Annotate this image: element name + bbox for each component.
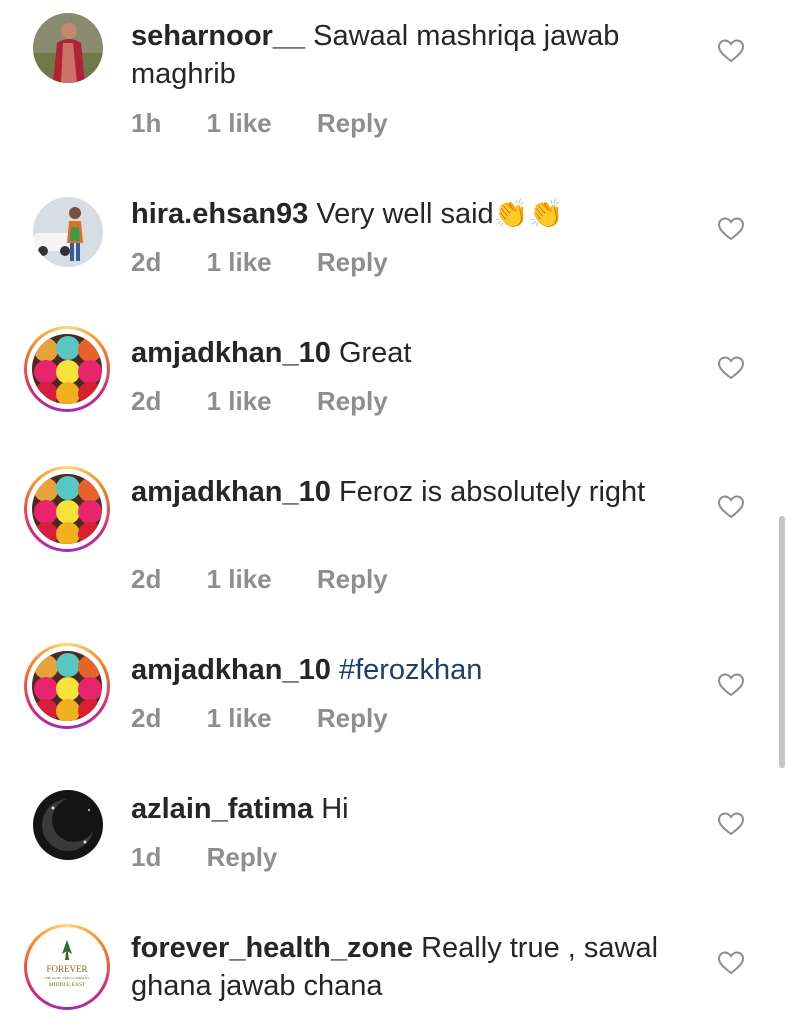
comment-time: 1d	[131, 842, 162, 872]
comment-meta: 1d Reply	[131, 842, 315, 873]
avatar-story-ring[interactable]	[24, 643, 110, 729]
scrollbar[interactable]	[779, 516, 785, 768]
heart-outline-icon[interactable]	[718, 951, 744, 975]
avatar[interactable]	[24, 4, 110, 90]
comment-meta: 2d 1 like Reply	[131, 386, 426, 417]
comment-time: 1h	[131, 108, 162, 138]
comment-likes[interactable]: 1 like	[207, 108, 272, 139]
comment-likes[interactable]: 1 like	[207, 247, 272, 278]
forever-logo-text: FOREVER	[46, 964, 87, 974]
heart-outline-icon[interactable]	[718, 217, 744, 241]
reply-button[interactable]: Reply	[207, 842, 278, 873]
avatar[interactable]	[24, 188, 110, 274]
avatar-image	[32, 651, 102, 721]
comment-meta: 2d 1 like Reply	[131, 564, 426, 595]
heart-outline-icon[interactable]	[718, 39, 744, 63]
comment-time: 2d	[131, 386, 162, 416]
avatar-story-ring[interactable]	[24, 466, 110, 552]
comment-body: hira.ehsan93 Very well said👏👏	[131, 195, 671, 233]
avatar[interactable]	[24, 781, 110, 867]
comments-list: seharnoor__ Sawaal mashriqa jawab maghri…	[0, 0, 787, 1024]
comment-username[interactable]: seharnoor__	[131, 20, 305, 52]
forever-logo-subtitle: THE ALOE VERA COMPANY	[44, 976, 89, 980]
heart-outline-icon[interactable]	[718, 812, 744, 836]
heart-outline-icon[interactable]	[718, 495, 744, 519]
reply-button[interactable]: Reply	[317, 703, 388, 734]
comment-username[interactable]: forever_health_zone	[131, 932, 413, 964]
heart-outline-icon[interactable]	[718, 356, 744, 380]
heart-outline-icon[interactable]	[718, 673, 744, 697]
avatar-image	[33, 13, 103, 83]
comment-username[interactable]: azlain_fatima	[131, 793, 313, 825]
avatar-image	[33, 197, 103, 267]
comment-username[interactable]: amjadkhan_10	[131, 337, 331, 369]
avatar-story-ring[interactable]	[24, 326, 110, 412]
comment-username[interactable]: amjadkhan_10	[131, 476, 331, 508]
hashtag-link[interactable]: #ferozkhan	[339, 654, 483, 686]
comment-likes[interactable]: 1 like	[207, 564, 272, 595]
comment-body: seharnoor__ Sawaal mashriqa jawab maghri…	[131, 17, 671, 93]
comment-time: 2d	[131, 564, 162, 594]
avatar-image	[32, 334, 102, 404]
avatar-image: FOREVER THE ALOE VERA COMPANY MIDDLE EAS…	[32, 932, 102, 1002]
comment-likes[interactable]: 1 like	[207, 386, 272, 417]
forever-logo-region: MIDDLE EAST	[49, 982, 86, 988]
comment-body: amjadkhan_10 Great	[131, 334, 671, 372]
avatar-image	[33, 790, 103, 860]
comment-likes[interactable]: 1 like	[207, 703, 272, 734]
comment-body: azlain_fatima Hi	[131, 790, 671, 828]
reply-button[interactable]: Reply	[317, 247, 388, 278]
reply-button[interactable]: Reply	[317, 108, 388, 139]
comment-username[interactable]: amjadkhan_10	[131, 654, 331, 686]
comment-meta: 1h 1 like Reply	[131, 108, 426, 139]
reply-button[interactable]: Reply	[317, 386, 388, 417]
clapping-hands-emoji: 👏👏	[493, 198, 564, 229]
comment-text: Very well said	[316, 198, 494, 230]
comment-text: Feroz is absolutely right	[338, 476, 646, 508]
comment-body: forever_health_zone Really true , sawal …	[131, 929, 671, 1005]
comment-body: amjadkhan_10 Feroz is absolutely right	[131, 473, 671, 511]
comment-text: Great	[338, 337, 412, 369]
comment-time: 2d	[131, 247, 162, 277]
reply-button[interactable]: Reply	[317, 564, 388, 595]
comment-meta: 2d 1 like Reply	[131, 703, 426, 734]
comment-body: amjadkhan_10 #ferozkhan	[131, 651, 671, 689]
comment-text: Hi	[321, 793, 349, 825]
comment-time: 2d	[131, 703, 162, 733]
comment-username[interactable]: hira.ehsan93	[131, 198, 308, 230]
avatar-image	[32, 474, 102, 544]
comment-meta: 2d 1 like Reply	[131, 247, 426, 278]
avatar-story-ring[interactable]: FOREVER THE ALOE VERA COMPANY MIDDLE EAS…	[24, 924, 110, 1010]
